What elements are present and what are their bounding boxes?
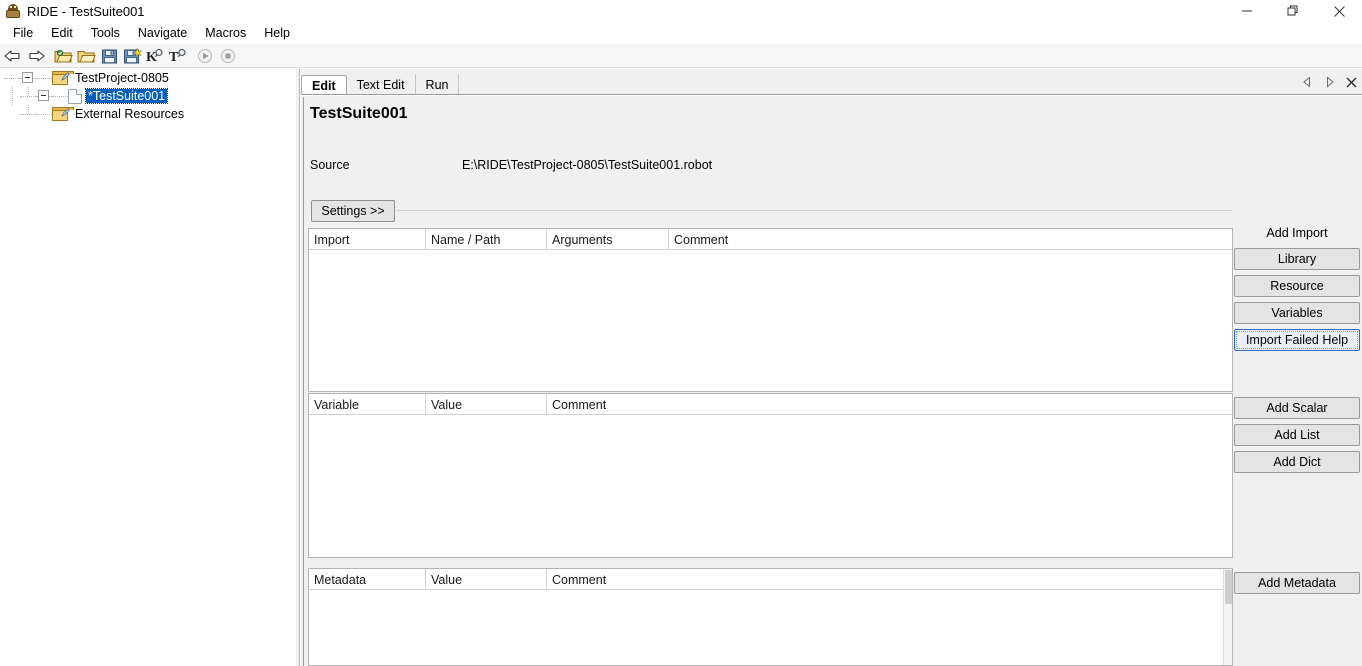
open-folder-icon[interactable] [75,45,97,67]
column-header-value[interactable]: Value [426,569,547,590]
svg-text:K: K [146,50,157,64]
tree-gutter [4,105,20,123]
menu-navigate[interactable]: Navigate [129,24,196,43]
save-icon[interactable] [98,45,120,67]
tab-scroll-right-icon[interactable] [1323,75,1336,89]
forward-arrow-icon[interactable] [25,45,47,67]
tree-gutter [20,87,36,105]
tab-scroll-left-icon[interactable] [1301,75,1314,89]
column-header-import[interactable]: Import [309,229,426,250]
tab-edit[interactable]: Edit [301,75,347,96]
add-variables-button[interactable]: Variables [1234,302,1360,324]
minimize-icon[interactable] [1224,0,1270,22]
window-controls [1224,0,1362,22]
project-tree[interactable]: TestProject-0805 *TestSuite001 External … [0,69,295,666]
column-header-comment[interactable]: Comment [547,569,867,590]
tree-node-testsuite001[interactable]: *TestSuite001 [0,87,295,105]
open-project-icon[interactable] [52,45,74,67]
source-path-value: E:\RIDE\TestProject-0805\TestSuite001.ro… [462,158,713,172]
add-variable-panel: Add Scalar Add List Add Dict [1234,392,1360,473]
robot-icon [5,3,21,19]
tab-run[interactable]: Run [416,74,460,95]
import-grid-header: Import Name / Path Arguments Comment [309,229,1232,250]
run-icon[interactable] [194,45,216,67]
variable-grid-body[interactable] [309,415,1232,557]
pencil-overlay-icon [61,72,70,81]
panel-splitter[interactable] [295,69,300,666]
add-scalar-button[interactable]: Add Scalar [1234,397,1360,419]
variable-grid[interactable]: Variable Value Comment [308,393,1233,558]
add-import-label: Add Import [1266,226,1328,240]
add-metadata-button[interactable]: Add Metadata [1234,572,1360,594]
menubar: File Edit Tools Navigate Macros Help [0,22,1362,44]
metadata-grid-scrollbar[interactable] [1223,569,1232,665]
toolbar: K T [0,44,1362,68]
search-keyword-icon[interactable]: K [144,45,166,67]
column-header-arguments[interactable]: Arguments [547,229,669,250]
menu-macros[interactable]: Macros [196,24,255,43]
save-all-icon[interactable] [121,45,143,67]
back-arrow-icon[interactable] [2,45,24,67]
close-icon[interactable] [1316,0,1362,22]
metadata-grid-header: Metadata Value Comment [309,569,1232,590]
add-metadata-panel: Add Metadata [1234,567,1360,594]
tree-node-label: *TestSuite001 [84,88,169,104]
window-title: RIDE - TestSuite001 [27,3,145,19]
import-grid[interactable]: Import Name / Path Arguments Comment [308,228,1233,392]
add-library-button[interactable]: Library [1234,248,1360,270]
tab-close-icon[interactable] [1345,75,1358,89]
tree-gutter [4,87,20,105]
folder-edit-icon [52,107,74,121]
tree-node-external-resources[interactable]: External Resources [0,105,295,123]
menu-file[interactable]: File [4,24,42,43]
add-import-panel: Add Import Library Resource Variables Im… [1234,226,1360,351]
stop-icon[interactable] [217,45,239,67]
tree-node-testproject[interactable]: TestProject-0805 [0,69,295,87]
tabbar-controls [1301,75,1358,89]
add-list-button[interactable]: Add List [1234,424,1360,446]
tree-gutter [20,105,36,123]
search-tests-icon[interactable]: T [167,45,189,67]
menu-tools[interactable]: Tools [82,24,129,43]
column-header-comment[interactable]: Comment [669,229,989,250]
import-grid-body[interactable] [309,250,1232,391]
tree-node-label: External Resources [75,107,185,121]
editor-area: Edit Text Edit Run TestSuite001 Source E… [301,69,1362,666]
menu-help[interactable]: Help [255,24,299,43]
tree-expander-testsuite001[interactable] [36,87,52,105]
window-titlebar: RIDE - TestSuite001 [0,0,1362,22]
page-title: TestSuite001 [310,105,408,122]
tree-gutter [52,87,68,105]
scrollbar-thumb[interactable] [1225,570,1232,604]
add-resource-button[interactable]: Resource [1234,275,1360,297]
settings-toggle-button[interactable]: Settings >> [311,200,395,222]
tree-gutter [36,105,52,123]
column-header-name-path[interactable]: Name / Path [426,229,547,250]
tree-expander-testproject[interactable] [20,69,36,87]
variable-grid-header: Variable Value Comment [309,394,1232,415]
menu-edit[interactable]: Edit [42,24,82,43]
import-failed-help-button[interactable]: Import Failed Help [1234,329,1360,351]
suite-settings-panel: TestSuite001 Source E:\RIDE\TestProject-… [303,97,1360,666]
tree-gutter [4,69,20,87]
editor-tabbar: Edit Text Edit Run [301,74,1362,96]
robot-file-icon [68,88,82,104]
settings-divider [397,210,1232,211]
tab-text-edit[interactable]: Text Edit [347,74,416,95]
maximize-icon[interactable] [1270,0,1316,22]
metadata-grid[interactable]: Metadata Value Comment [308,568,1233,666]
column-header-value[interactable]: Value [426,394,547,415]
tree-node-label: TestProject-0805 [75,71,169,85]
tree-gutter [36,69,52,87]
tabbar-divider [301,94,1362,96]
metadata-grid-body[interactable] [309,590,1232,665]
folder-edit-icon [52,71,74,85]
column-header-variable[interactable]: Variable [309,394,426,415]
column-header-metadata[interactable]: Metadata [309,569,426,590]
source-label: Source [310,158,350,172]
pencil-overlay-icon [61,108,70,117]
add-dict-button[interactable]: Add Dict [1234,451,1360,473]
svg-text:T: T [169,50,179,64]
column-header-comment[interactable]: Comment [547,394,867,415]
